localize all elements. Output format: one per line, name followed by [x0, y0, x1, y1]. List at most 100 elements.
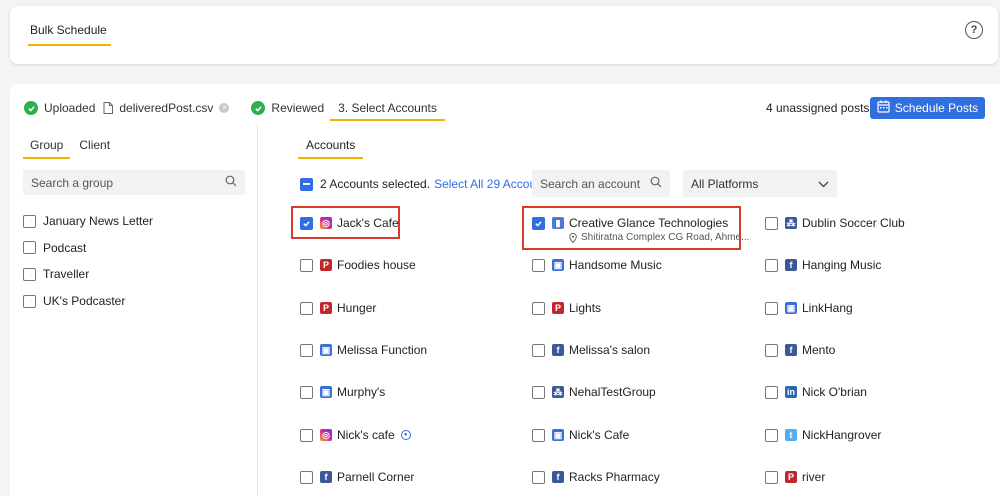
gmb-icon: ▣ — [785, 302, 797, 314]
group-search-input[interactable] — [31, 175, 225, 190]
account-item[interactable]: f Racks Pharmacy — [532, 470, 660, 484]
group-panel: Group Client January News Letter Podcast… — [10, 124, 258, 496]
account-checkbox[interactable] — [300, 344, 313, 357]
account-name: NehalTestGroup — [569, 385, 656, 399]
account-item[interactable]: ▣ Handsome Music — [532, 258, 662, 272]
account-text: river — [802, 470, 825, 484]
group-checkbox[interactable] — [23, 214, 36, 228]
account-item[interactable]: f Mento — [765, 343, 835, 357]
account-checkbox[interactable] — [532, 302, 545, 315]
account-checkbox[interactable] — [765, 302, 778, 315]
account-checkbox[interactable] — [532, 259, 545, 272]
account-checkbox[interactable] — [765, 386, 778, 399]
account-checkbox[interactable] — [532, 471, 545, 484]
account-text: Parnell Corner — [337, 470, 414, 484]
search-icon[interactable] — [225, 175, 237, 190]
account-item[interactable]: f Melissa's salon — [532, 343, 650, 357]
account-name: Jack's Cafe — [337, 216, 399, 230]
gmb-icon: ▣ — [320, 386, 332, 398]
account-address-text: Shitiratna Complex CG Road, Ahme... — [581, 232, 750, 243]
account-checkbox[interactable] — [300, 471, 313, 484]
account-name: Melissa Function — [337, 343, 428, 357]
account-text: Murphy's — [337, 385, 385, 399]
pinterest-icon: P — [320, 259, 332, 271]
account-checkbox[interactable] — [765, 217, 778, 230]
gmb-icon: ▣ — [552, 429, 564, 441]
account-name: river — [802, 470, 826, 484]
account-checkbox[interactable] — [532, 386, 545, 399]
account-item[interactable]: ◎ Nick's cafe ● — [300, 428, 411, 442]
account-text: Handsome Music — [569, 258, 662, 272]
group-item[interactable]: Traveller — [23, 266, 153, 282]
step-reviewed-label: Reviewed — [271, 101, 325, 115]
account-item[interactable]: P Hunger — [300, 301, 376, 315]
search-icon[interactable] — [650, 176, 662, 191]
account-checkbox[interactable] — [765, 429, 778, 442]
account-checkbox[interactable] — [300, 386, 313, 399]
group-item[interactable]: UK's Podcaster — [23, 293, 153, 309]
account-checkbox[interactable] — [532, 217, 545, 230]
page-title[interactable]: Bulk Schedule — [28, 23, 111, 46]
help-icon[interactable]: ? — [965, 21, 983, 39]
account-item[interactable]: f Hanging Music — [765, 258, 881, 272]
account-item[interactable]: t NickHangrover — [765, 428, 881, 442]
account-name: Nick O'brian — [802, 385, 867, 399]
calendar-icon — [877, 100, 890, 116]
account-name: Nick's cafe — [337, 428, 395, 442]
twitter-icon: t — [785, 429, 797, 441]
account-item[interactable]: ⁂ Dublin Soccer Club — [765, 216, 905, 230]
account-item[interactable]: ▣ Murphy's — [300, 385, 385, 399]
account-item[interactable]: ▣ Melissa Function — [300, 343, 427, 357]
account-text: Creative Glance Technologies Shitiratna C… — [569, 216, 749, 243]
account-name: Parnell Corner — [337, 470, 415, 484]
account-item[interactable]: ⁂ NehalTestGroup — [532, 385, 656, 399]
account-text: Foodies house — [337, 258, 416, 272]
tab-group[interactable]: Group — [23, 138, 71, 159]
account-item[interactable]: f Parnell Corner — [300, 470, 414, 484]
file-icon — [103, 102, 114, 114]
selected-count: 2 Accounts selected. — [320, 177, 431, 191]
step-uploaded: Uploaded deliveredPost.csv × — [24, 101, 230, 115]
account-text: NehalTestGroup — [569, 385, 656, 399]
account-item[interactable]: ◎ Jack's Cafe — [300, 216, 399, 230]
account-checkbox[interactable] — [300, 217, 313, 230]
account-checkbox[interactable] — [300, 429, 313, 442]
account-search-input[interactable] — [540, 176, 650, 191]
account-text: Dublin Soccer Club — [802, 216, 905, 230]
schedule-posts-button[interactable]: Schedule Posts — [870, 97, 985, 119]
account-checkbox[interactable] — [532, 429, 545, 442]
account-checkbox[interactable] — [765, 259, 778, 272]
account-checkbox[interactable] — [765, 471, 778, 484]
step-uploaded-label: Uploaded — [44, 101, 96, 115]
tab-client[interactable]: Client — [72, 138, 117, 159]
group-label: Podcast — [43, 240, 87, 255]
account-item[interactable]: P Foodies house — [300, 258, 416, 272]
platform-select[interactable]: All Platforms — [683, 170, 837, 197]
account-item[interactable]: Priver — [765, 470, 825, 484]
account-text: Hunger — [337, 301, 376, 315]
account-item[interactable]: in Nick O'brian — [765, 385, 867, 399]
account-name: NickHangrover — [802, 428, 882, 442]
account-checkbox[interactable] — [765, 344, 778, 357]
check-circle-icon — [24, 101, 38, 115]
account-checkbox[interactable] — [532, 344, 545, 357]
remove-file-icon[interactable]: × — [219, 103, 230, 113]
group-checkbox[interactable] — [23, 241, 36, 255]
group-label: UK's Podcaster — [43, 294, 126, 309]
group-client-tabs: Group Client — [23, 138, 117, 159]
account-item[interactable]: ▣ Nick's Cafe — [532, 428, 629, 442]
account-item[interactable]: P Lights — [532, 301, 601, 315]
google-icon: ▮ — [552, 217, 564, 229]
tab-accounts[interactable]: Accounts — [298, 138, 364, 159]
account-checkbox[interactable] — [300, 302, 313, 315]
group-checkbox[interactable] — [23, 267, 36, 281]
account-text: Racks Pharmacy — [569, 470, 660, 484]
group-item[interactable]: Podcast — [23, 240, 153, 256]
group-checkbox[interactable] — [23, 294, 36, 308]
select-all-checkbox[interactable] — [300, 177, 313, 191]
account-checkbox[interactable] — [300, 259, 313, 272]
pinterest-icon: P — [785, 471, 797, 483]
account-item[interactable]: ▣ LinkHang — [765, 301, 853, 315]
account-item[interactable]: ▮ Creative Glance Technologies Shitiratna … — [532, 216, 749, 243]
group-item[interactable]: January News Letter — [23, 213, 153, 229]
